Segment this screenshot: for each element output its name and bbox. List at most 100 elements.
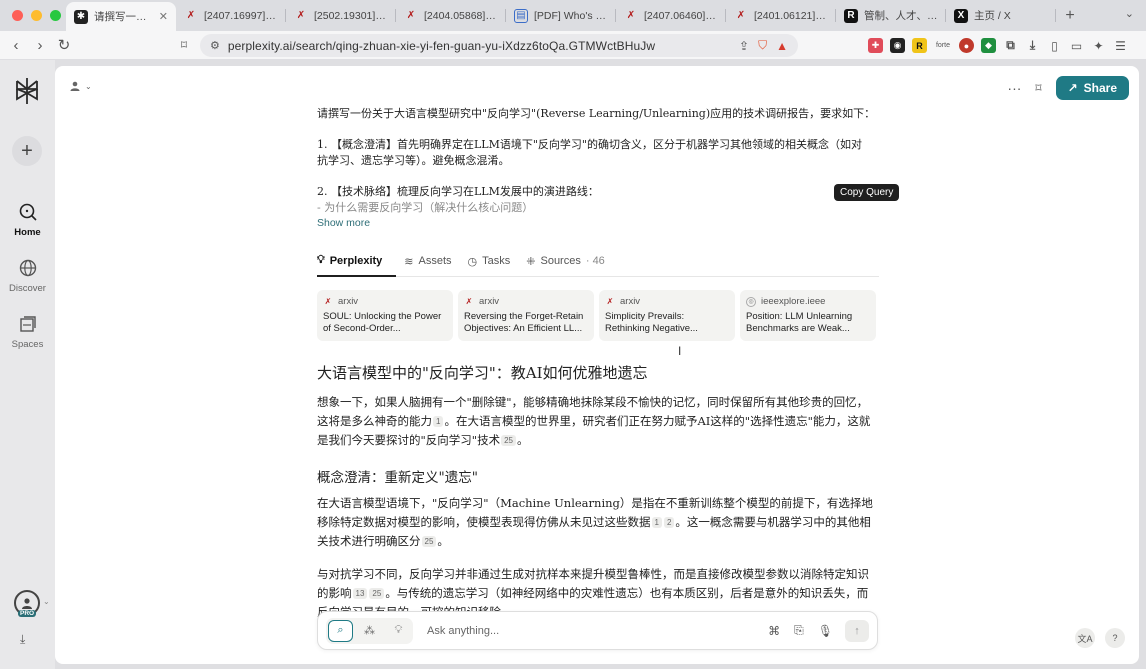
ask-input[interactable]: Ask anything... [427, 625, 754, 637]
download-app-icon[interactable]: ⤓ [20, 632, 25, 647]
extension-icon[interactable]: forte [934, 38, 952, 53]
download-icon[interactable]: ⤓ [1025, 38, 1040, 53]
tab-assets[interactable]: ≋ Assets [404, 246, 459, 276]
browser-tab-perplexity[interactable]: ✱ 请撰写一份关 ✕ [66, 2, 176, 31]
source-site: arxiv [338, 296, 359, 307]
search-mode-icon[interactable]: ⌕ [328, 619, 353, 642]
extensions-puzzle-icon[interactable]: ⧉ [1003, 38, 1018, 53]
query-line: 抗学习、遗忘学习等）。避免概念混淆。 [317, 154, 510, 167]
search-icon [19, 203, 37, 221]
brave-shield-icon[interactable]: ⛉ [758, 38, 767, 53]
citation-badge[interactable]: 25 [369, 588, 385, 599]
leo-ai-icon[interactable]: ✦ [1091, 38, 1106, 53]
share-button[interactable]: ↗ Share [1055, 76, 1129, 100]
source-card[interactable]: ✗ arxiv Simplicity Prevails: Rethinking N… [599, 290, 735, 341]
tab-title: [PDF] Who's Har [534, 9, 608, 22]
minimize-window-button[interactable] [31, 10, 42, 21]
source-card[interactable]: ◎ ieeexplore.ieee Position: LLM Unlearnin… [740, 290, 876, 341]
pro-badge: PRO [18, 610, 37, 617]
close-window-button[interactable] [12, 10, 23, 21]
research-mode-icon[interactable]: ⁂ [357, 620, 382, 642]
microphone-icon[interactable]: 🎙︎ [818, 624, 833, 638]
tab-title: 管制、人才、预测 [864, 10, 938, 22]
more-options-icon[interactable]: ··· [1007, 80, 1021, 96]
source-cards: ✗ arxiv SOUL: Unlocking the Power of Seco… [317, 290, 879, 341]
browser-tab[interactable]: X 主页 / X [946, 0, 1056, 31]
browser-tab[interactable]: ✗ [2404.05868] Ne [396, 0, 506, 31]
share-arrow-icon: ↗ [1067, 81, 1078, 95]
sidebar-item-spaces[interactable]: Spaces [0, 314, 55, 350]
bookmark-icon[interactable]: ⌑ [172, 38, 196, 52]
menu-icon[interactable]: ☰ [1113, 38, 1128, 53]
browser-tab[interactable]: ✗ [2407.16997] Re [176, 0, 286, 31]
chevron-down-icon[interactable]: ⌄ [43, 597, 50, 606]
text-cursor-icon: I [678, 344, 682, 358]
perplexity-logo-icon[interactable] [12, 76, 42, 106]
tab-title: 请撰写一份关 [94, 11, 155, 23]
sidebar-item-discover[interactable]: Discover [0, 258, 55, 294]
thread-actions: ··· ⌑ ↗ Share [1007, 76, 1129, 100]
tab-label: Perplexity [329, 254, 383, 267]
citation-badge[interactable]: 1 [433, 416, 444, 427]
tab-tasks[interactable]: ◷ Tasks [468, 246, 519, 276]
extension-icon[interactable]: ● [959, 38, 974, 53]
citation-badge[interactable]: 25 [421, 536, 437, 547]
answer-tabs: 💡︎ Perplexity ≋ Assets ◷ Tasks ⁜ Sources… [317, 246, 879, 277]
extension-icon[interactable]: ◆ [981, 38, 996, 53]
extension-icon[interactable]: ✚ [868, 38, 883, 53]
citation-badge[interactable]: 1 [651, 517, 662, 528]
citation-badge[interactable]: 2 [663, 517, 675, 528]
help-icon[interactable]: ? [1105, 628, 1125, 648]
close-tab-icon[interactable]: ✕ [159, 10, 168, 23]
tab-sources[interactable]: ⁜ Sources · 46 [526, 246, 613, 276]
browser-tab[interactable]: ✗ [2407.06460] Mu [616, 0, 726, 31]
thread-owner[interactable]: ⌄ [69, 80, 92, 92]
paragraph-text: 。 [437, 534, 449, 548]
sidebar-item-label: Home [14, 227, 41, 238]
back-icon[interactable]: ‹ [4, 37, 28, 54]
model-chip-icon[interactable]: ⌘ [768, 624, 780, 638]
show-more-link[interactable]: Show more [317, 217, 879, 229]
brave-rewards-icon[interactable]: ▲ [776, 39, 788, 53]
arxiv-icon: ✗ [736, 10, 746, 21]
ask-box: ⌕ ⁂ 💡︎ Ask anything... ⌘ ⎘ 🎙︎ ↑ [317, 611, 878, 650]
labs-mode-icon[interactable]: 💡︎ [386, 620, 411, 642]
citation-badge[interactable]: 25 [501, 435, 516, 446]
source-card[interactable]: ✗ arxiv Reversing the Forget-Retain Objec… [458, 290, 594, 341]
bookmark-thread-icon[interactable]: ⌑ [1035, 81, 1041, 95]
tab-label: Sources [540, 255, 581, 267]
zoom-window-button[interactable] [50, 10, 61, 21]
browser-tab[interactable]: R 管制、人才、预测 [836, 0, 946, 31]
extension-icon[interactable]: R [912, 38, 927, 53]
address-bar[interactable]: ⚙ perplexity.ai/search/qing-zhuan-xie-yi… [200, 34, 798, 57]
wallet-icon[interactable]: ▭ [1069, 38, 1084, 53]
sidebar-item-home[interactable]: Home [0, 202, 55, 238]
citation-badge[interactable]: 13 [352, 588, 368, 599]
sidebar-toggle-icon[interactable]: ▯ [1047, 38, 1062, 53]
site-settings-icon[interactable]: ⚙ [210, 39, 220, 52]
share-label: Share [1083, 81, 1117, 95]
new-thread-button[interactable]: + [12, 136, 42, 166]
extension-icon[interactable]: ◉ [890, 38, 905, 53]
source-card[interactable]: ✗ arxiv SOUL: Unlocking the Power of Seco… [317, 290, 453, 341]
share-page-icon[interactable]: ⇪ [739, 39, 749, 53]
tab-title: [2407.06460] Mu [644, 9, 718, 22]
source-site: arxiv [620, 296, 641, 307]
browser-tab[interactable]: ✗ [2401.06121] TO [726, 0, 836, 31]
source-site: arxiv [479, 296, 500, 307]
new-tab-button[interactable]: + [1056, 7, 1084, 25]
submit-button[interactable]: ↑ [845, 619, 869, 642]
sources-count: · 46 [585, 255, 605, 267]
tab-perplexity[interactable]: 💡︎ Perplexity [317, 246, 397, 277]
tab-list-chevron-icon[interactable]: ⌄ [1125, 7, 1134, 20]
answer-paragraph: 在大语言模型语境下，"反向学习"（Machine Unlearning）是指在不… [317, 494, 879, 551]
reload-icon[interactable]: ↻ [52, 36, 76, 54]
perplexity-icon: ✱ [74, 9, 88, 24]
attach-icon[interactable]: ⎘ [794, 623, 804, 638]
language-icon[interactable]: 文A [1075, 628, 1095, 648]
browser-tab-bar: ✱ 请撰写一份关 ✕ ✗ [2407.16997] Re ✗ [2502.193… [0, 0, 1146, 31]
forward-icon[interactable]: › [28, 37, 52, 54]
window-controls [0, 10, 66, 21]
browser-tab[interactable]: ▤ [PDF] Who's Har [506, 0, 616, 31]
browser-tab[interactable]: ✗ [2502.19301] Re [286, 0, 396, 31]
